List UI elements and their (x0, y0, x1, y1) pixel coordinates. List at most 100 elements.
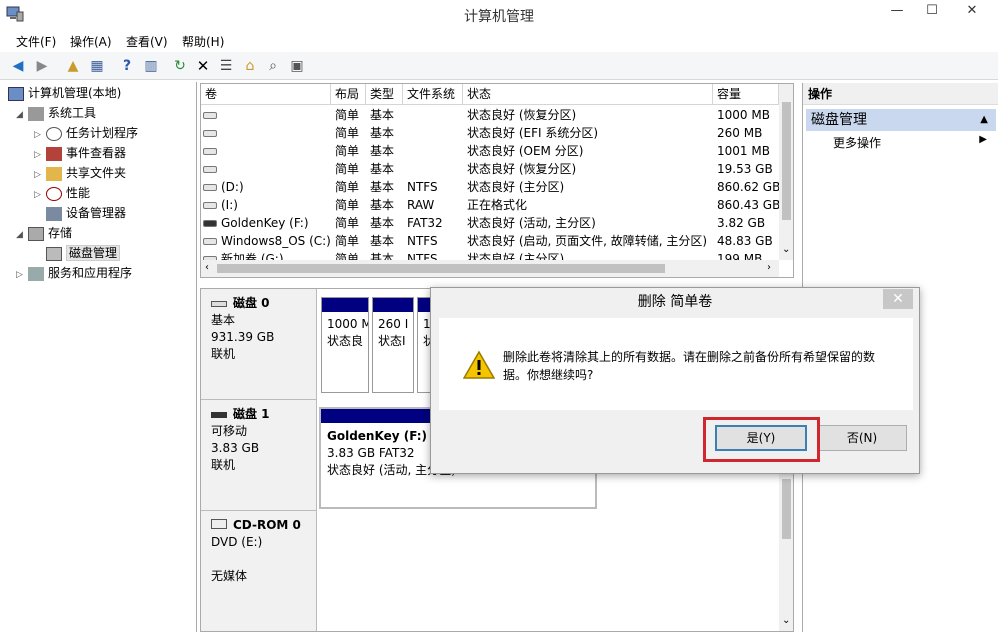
tree-item-task-scheduler[interactable]: ▷ 任务计划程序 (34, 123, 138, 143)
volume-capacity: 1000 MB (717, 108, 770, 122)
disk-0-info[interactable]: 磁盘 0 基本 931.39 GB 联机 (201, 289, 317, 400)
forward-arrow-icon[interactable]: ▶ (32, 56, 52, 76)
volume-list-vertical-scrollbar[interactable]: ⌄ (779, 84, 793, 260)
no-button[interactable]: 否(N) (817, 425, 907, 451)
column-header-status[interactable]: 状态 (463, 84, 713, 105)
up-folder-icon[interactable]: ▲ (63, 56, 83, 76)
volume-row[interactable]: (D:) 简单 基本 NTFS 状态良好 (主分区) 860.62 GB (201, 178, 779, 196)
tree-item-root[interactable]: 计算机管理(本地) (8, 83, 121, 103)
warning-icon (463, 350, 495, 379)
close-button[interactable]: ✕ (948, 0, 996, 22)
help-icon[interactable]: ? (117, 56, 137, 76)
properties-icon[interactable]: ☰ (216, 56, 236, 76)
scrollbar-thumb[interactable] (782, 102, 791, 220)
tree-item-disk-management[interactable]: 磁盘管理 (46, 243, 121, 263)
expand-arrow-icon[interactable]: ▷ (34, 185, 46, 205)
cdrom-icon (211, 519, 227, 529)
show-hide-action-pane-icon[interactable]: ▥ (141, 56, 161, 76)
column-header-layout[interactable]: 布局 (331, 84, 366, 105)
dialog-title: 删除 简单卷 (637, 294, 713, 310)
drive-icon (203, 130, 217, 137)
volume-name: (I:) (201, 196, 331, 214)
volume-row[interactable]: GoldenKey (F:) 简单 基本 FAT32 状态良好 (活动, 主分区) 3.8… (201, 214, 779, 232)
volume-status: 状态良好 (OEM 分区) (467, 144, 584, 158)
volume-type: 基本 (370, 162, 395, 176)
scroll-down-icon[interactable]: ⌄ (782, 244, 790, 255)
volume-status: 状态良好 (恢复分区) (467, 108, 577, 122)
tree-item-services[interactable]: ▷ 服务和应用程序 (16, 263, 132, 283)
volume-layout: 简单 (335, 234, 360, 248)
scroll-down-icon[interactable]: ⌄ (782, 615, 790, 626)
expand-arrow-icon[interactable]: ▷ (16, 265, 28, 285)
volume-row[interactable]: (I:) 简单 基本 RAW 正在格式化 860.43 GB (201, 196, 779, 214)
cdrom-0-info[interactable]: CD-ROM 0 DVD (E:) 无媒体 (201, 511, 317, 631)
drive-icon (203, 238, 217, 245)
volume-filesystem: NTFS (407, 180, 438, 194)
menu-help[interactable]: 帮助(H) (182, 33, 224, 50)
back-arrow-icon[interactable]: ◀ (8, 56, 28, 76)
dialog-message-line2: 据。你想继续吗? (503, 368, 594, 382)
volume-row[interactable]: 简单 基本 状态良好 (恢复分区) 19.53 GB (201, 160, 779, 178)
volume-row[interactable]: 简单 基本 状态良好 (EFI 系统分区) 260 MB (201, 124, 779, 142)
volume-capacity: 1001 MB (717, 144, 770, 158)
more-actions-item[interactable]: 更多操作 ▶ (833, 134, 993, 152)
window-title: 计算机管理 (464, 9, 534, 25)
dialog-close-button[interactable]: ✕ (883, 289, 913, 309)
expand-arrow-icon[interactable]: ▷ (34, 145, 46, 165)
disk-properties-icon[interactable]: ▣ (287, 56, 307, 76)
column-header-type[interactable]: 类型 (366, 84, 403, 105)
yes-button-highlight (703, 417, 820, 462)
disk-1-info[interactable]: 磁盘 1 可移动 3.83 GB 联机 (201, 400, 317, 511)
menu-file[interactable]: 文件(F) (16, 33, 56, 50)
volume-layout: 简单 (335, 216, 360, 230)
refresh-icon[interactable]: ↻ (170, 56, 190, 76)
menu-view[interactable]: 查看(V) (126, 33, 168, 50)
scroll-left-icon[interactable]: ‹ (205, 262, 209, 273)
volume-name (201, 124, 331, 142)
tree-item-shared-folders[interactable]: ▷ 共享文件夹 (34, 163, 126, 183)
minimize-button[interactable]: — (880, 0, 914, 22)
volume-capacity: 19.53 GB (717, 162, 773, 176)
removable-drive-icon (203, 220, 217, 227)
volume-row[interactable]: 简单 基本 状态良好 (恢复分区) 1000 MB (201, 106, 779, 124)
volume-list-horizontal-scrollbar[interactable]: ‹ › (201, 260, 779, 277)
volume-filesystem (407, 124, 463, 142)
volume-name (201, 106, 331, 124)
device-manager-icon (46, 206, 62, 221)
expand-arrow-icon[interactable]: ▷ (34, 125, 46, 145)
drive-icon (203, 112, 217, 119)
volume-name: (D:) (201, 178, 331, 196)
show-hide-tree-icon[interactable]: ▦ (87, 56, 107, 76)
scroll-right-icon[interactable]: › (767, 262, 771, 273)
delete-icon[interactable]: ✕ (193, 56, 213, 76)
volume-status: 状态良好 (活动, 主分区) (467, 216, 596, 230)
volume-row[interactable]: 简单 基本 状态良好 (OEM 分区) 1001 MB (201, 142, 779, 160)
column-header-volume[interactable]: 卷 (201, 84, 331, 105)
maximize-button[interactable]: ☐ (915, 0, 949, 22)
volume-type: 基本 (370, 108, 395, 122)
volume-type: 基本 (370, 126, 395, 140)
disk0-partition-efi[interactable]: 260 I 状态I (372, 297, 414, 393)
volume-type: 基本 (370, 144, 395, 158)
expand-arrow-icon[interactable]: ▷ (34, 165, 46, 185)
tree-item-system-tools[interactable]: ◢ 系统工具 (16, 103, 96, 123)
tree-item-device-manager[interactable]: 设备管理器 (46, 203, 126, 223)
column-header-capacity[interactable]: 容量 (713, 84, 779, 105)
menu-action[interactable]: 操作(A) (70, 33, 112, 50)
horizontal-scrollbar-thumb[interactable] (217, 264, 665, 273)
tree-item-event-viewer[interactable]: ▷ 事件查看器 (34, 143, 126, 163)
actions-section-disk-management[interactable]: 磁盘管理 ▲ (806, 109, 996, 131)
collapse-up-icon[interactable]: ▲ (980, 109, 988, 131)
tree-item-storage[interactable]: ◢ 存储 (16, 223, 72, 243)
collapse-arrow-icon[interactable]: ◢ (16, 225, 28, 245)
disk0-partition-recovery[interactable]: 1000 M 状态良 (321, 297, 369, 393)
tree-item-performance[interactable]: ▷ 性能 (34, 183, 90, 203)
search-icon[interactable]: ⌕ (263, 56, 283, 76)
column-header-filesystem[interactable]: 文件系统 (403, 84, 463, 105)
drive-icon (203, 184, 217, 191)
collapse-arrow-icon[interactable]: ◢ (16, 105, 28, 125)
volume-row[interactable]: Windows8_OS (C:) 简单 基本 NTFS 状态良好 (启动, 页面文件, … (201, 232, 779, 250)
open-folder-icon[interactable]: ⌂ (240, 56, 260, 76)
volume-type: 基本 (370, 234, 395, 248)
scrollbar-thumb[interactable] (782, 479, 791, 539)
